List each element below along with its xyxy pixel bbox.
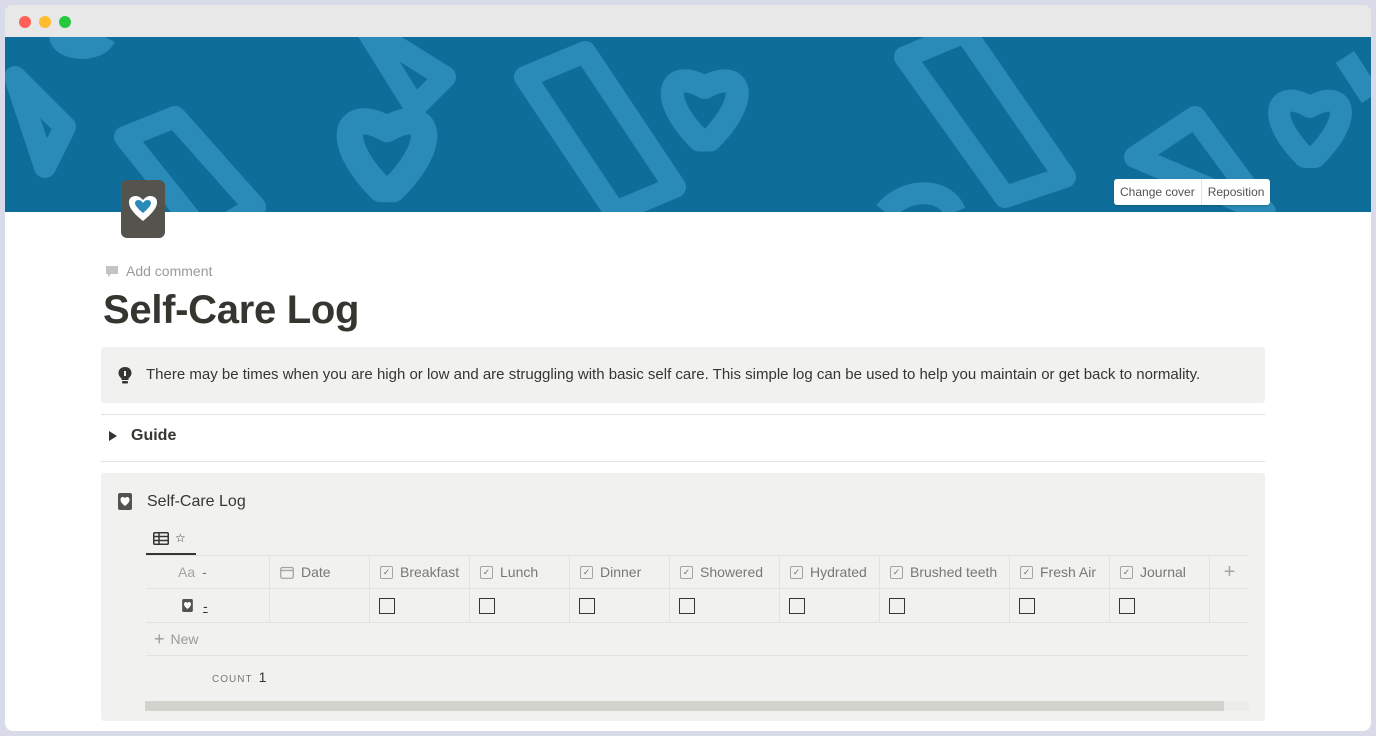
add-comment-button[interactable]: Add comment xyxy=(105,262,212,280)
hydrated-checkbox[interactable] xyxy=(789,597,805,614)
column-label-hydrated: Hydrated xyxy=(810,564,867,580)
row-breakfast-cell xyxy=(370,589,470,622)
cover-controls: Change cover Reposition xyxy=(1114,179,1271,205)
row-name-cell[interactable]: - xyxy=(146,589,270,622)
self-care-database: Self-Care Log ☆ Aa - Date ✓ Breakfast ✓ … xyxy=(101,473,1265,721)
maximize-window-button[interactable] xyxy=(59,16,71,28)
count-footer[interactable]: COUNT 1 xyxy=(212,669,266,685)
column-header-breakfast[interactable]: ✓ Breakfast xyxy=(370,556,470,588)
brushed-teeth-checkbox[interactable] xyxy=(889,597,905,614)
guide-toggle-label: Guide xyxy=(131,427,177,444)
row-page-icon xyxy=(182,599,193,612)
add-property-button[interactable]: + xyxy=(1210,556,1249,588)
checkbox-property-icon: ✓ xyxy=(790,565,803,579)
journal-checkbox[interactable] xyxy=(1119,597,1135,614)
showered-checkbox[interactable] xyxy=(679,597,695,614)
column-label-dinner: Dinner xyxy=(600,564,642,580)
lunch-checkbox[interactable] xyxy=(479,597,495,614)
star-icon[interactable]: ☆ xyxy=(175,531,186,545)
column-header-fresh-air[interactable]: ✓ Fresh Air xyxy=(1010,556,1110,588)
breakfast-checkbox[interactable] xyxy=(379,597,395,614)
column-label-journal: Journal xyxy=(1140,564,1186,580)
dinner-checkbox[interactable] xyxy=(579,597,595,614)
page-cover: Change cover Reposition xyxy=(5,37,1371,212)
row-showered-cell xyxy=(670,589,780,622)
column-label-breakfast: Breakfast xyxy=(400,564,460,580)
change-cover-button[interactable]: Change cover xyxy=(1114,179,1201,205)
column-header-hydrated[interactable]: ✓ Hydrated xyxy=(780,556,880,588)
fresh-air-checkbox[interactable] xyxy=(1019,597,1035,614)
window-titlebar xyxy=(5,5,1371,37)
row-brushed-teeth-cell xyxy=(880,589,1010,622)
divider-top xyxy=(101,414,1265,415)
column-header-showered[interactable]: ✓ Showered xyxy=(670,556,780,588)
add-comment-label: Add comment xyxy=(126,263,213,279)
table-icon xyxy=(153,531,169,545)
database-heart-icon xyxy=(118,493,132,510)
row-date-cell[interactable] xyxy=(270,589,370,622)
row-hydrated-cell xyxy=(780,589,880,622)
page-icon[interactable] xyxy=(121,180,165,238)
column-header-name[interactable]: Aa - xyxy=(146,556,270,588)
checkbox-property-icon: ✓ xyxy=(890,565,903,579)
column-header-journal[interactable]: ✓ Journal xyxy=(1110,556,1210,588)
column-label-name: - xyxy=(202,564,207,580)
count-label: COUNT xyxy=(212,674,253,685)
minimize-window-button[interactable] xyxy=(39,16,51,28)
table-view-tab[interactable]: ☆ xyxy=(146,523,196,555)
row-name-text[interactable]: - xyxy=(203,598,208,614)
column-header-date[interactable]: Date xyxy=(270,556,370,588)
calendar-icon xyxy=(280,566,294,579)
column-header-dinner[interactable]: ✓ Dinner xyxy=(570,556,670,588)
checkbox-property-icon: ✓ xyxy=(380,565,393,579)
callout-text: There may be times when you are high or … xyxy=(146,366,1201,383)
lightbulb-icon xyxy=(118,367,132,384)
comment-icon xyxy=(106,265,118,277)
column-label-brushed-teeth: Brushed teeth xyxy=(910,564,998,580)
row-lunch-cell xyxy=(470,589,570,622)
callout-block[interactable]: There may be times when you are high or … xyxy=(101,347,1265,403)
column-label-lunch: Lunch xyxy=(500,564,539,580)
toggle-arrow-icon[interactable] xyxy=(109,431,117,441)
row-dinner-cell xyxy=(570,589,670,622)
browser-window: Change cover Reposition Add comment Self… xyxy=(5,5,1371,731)
horizontal-scrollbar[interactable] xyxy=(145,701,1249,711)
checkbox-property-icon: ✓ xyxy=(480,565,493,579)
scrollbar-thumb[interactable] xyxy=(145,701,1224,711)
close-window-button[interactable] xyxy=(19,16,31,28)
guide-toggle[interactable]: Guide xyxy=(109,427,176,445)
column-label-showered: Showered xyxy=(700,564,764,580)
plus-icon: + xyxy=(1223,560,1236,583)
reposition-button[interactable]: Reposition xyxy=(1200,179,1271,205)
database-table: Aa - Date ✓ Breakfast ✓ Lunch ✓ Dinner ✓… xyxy=(146,555,1249,623)
row-journal-cell xyxy=(1110,589,1210,622)
text-property-icon: Aa xyxy=(178,564,196,580)
checkbox-property-icon: ✓ xyxy=(680,565,693,579)
row-fresh-air-cell xyxy=(1010,589,1110,622)
checkbox-property-icon: ✓ xyxy=(1020,565,1033,579)
checkbox-property-icon: ✓ xyxy=(1120,565,1133,579)
column-label-date: Date xyxy=(301,564,331,580)
new-row-button[interactable]: + New xyxy=(146,623,1249,656)
table-header-row: Aa - Date ✓ Breakfast ✓ Lunch ✓ Dinner ✓… xyxy=(146,555,1249,589)
plus-icon: + xyxy=(154,629,165,649)
heart-icon xyxy=(129,196,157,221)
column-header-brushed-teeth[interactable]: ✓ Brushed teeth xyxy=(880,556,1010,588)
column-header-lunch[interactable]: ✓ Lunch xyxy=(470,556,570,588)
new-row-label: New xyxy=(170,631,199,647)
table-row[interactable]: - xyxy=(146,589,1249,623)
divider-bottom xyxy=(101,461,1265,462)
checkbox-property-icon: ✓ xyxy=(580,565,593,579)
count-value: 1 xyxy=(258,669,267,685)
column-label-fresh-air: Fresh Air xyxy=(1040,564,1097,580)
page-title[interactable]: Self-Care Log xyxy=(103,288,359,333)
database-title[interactable]: Self-Care Log xyxy=(147,493,246,511)
